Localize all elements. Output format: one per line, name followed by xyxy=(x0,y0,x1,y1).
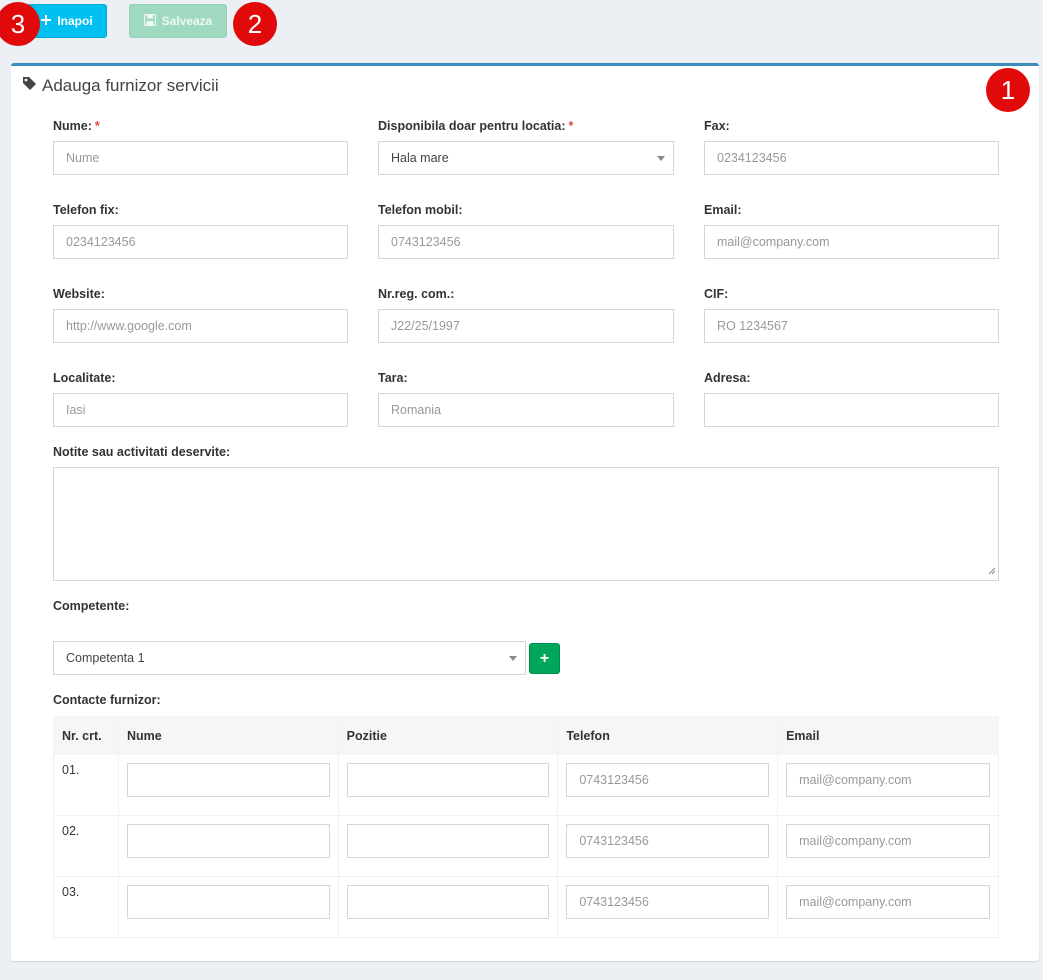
row-number: 03. xyxy=(53,876,119,938)
notite-textarea[interactable] xyxy=(53,467,999,581)
contact-pozitie-input[interactable] xyxy=(346,763,550,797)
floppy-disk-icon xyxy=(143,13,156,29)
telefon-mobil-label: Telefon mobil: xyxy=(378,203,463,217)
save-button-label: Salveaza xyxy=(161,14,213,28)
website-input[interactable]: http://www.google.com xyxy=(53,309,348,343)
contact-telefon-input[interactable]: 0743123456 xyxy=(566,885,770,919)
contact-telefon-input[interactable]: 0743123456 xyxy=(566,824,770,858)
nr-reg-input[interactable]: J22/25/1997 xyxy=(378,309,674,343)
contacte-label: Contacte furnizor: xyxy=(53,693,161,707)
tara-input[interactable]: Romania xyxy=(378,393,674,427)
cif-input[interactable]: RO 1234567 xyxy=(704,309,999,343)
telefon-fix-label: Telefon fix: xyxy=(53,203,119,217)
telefon-mobil-input[interactable]: 0743123456 xyxy=(378,225,674,259)
contact-email-input[interactable]: mail@company.com xyxy=(786,763,990,797)
contact-nume-input[interactable] xyxy=(126,763,330,797)
table-row: 01. 0743123456 mail@company.com xyxy=(53,754,999,816)
table-header-row: Nr. crt. Nume Pozitie Telefon Email xyxy=(53,716,999,755)
contacts-table: Nr. crt. Nume Pozitie Telefon Email 01. … xyxy=(53,716,999,938)
contact-pozitie-input[interactable] xyxy=(346,824,550,858)
dropdown-arrow-icon xyxy=(509,656,517,661)
table-row: 03. 0743123456 mail@company.com xyxy=(53,876,999,938)
contact-nume-input[interactable] xyxy=(126,824,330,858)
competente-label: Competente: xyxy=(53,599,130,613)
contact-telefon-input[interactable]: 0743123456 xyxy=(566,763,770,797)
row-number: 01. xyxy=(53,754,119,816)
back-button-label: Inapoi xyxy=(57,14,93,28)
nume-label: Nume: * xyxy=(53,119,100,133)
header-nr-crt: Nr. crt. xyxy=(53,716,119,755)
tara-label: Tara: xyxy=(378,371,408,385)
localitate-input[interactable]: Iasi xyxy=(53,393,348,427)
supplier-form-panel: Adauga furnizor servicii Nume: * Nume Dis… xyxy=(11,63,1039,961)
dropdown-arrow-icon xyxy=(657,156,665,161)
contact-pozitie-input[interactable] xyxy=(346,885,550,919)
locatia-label: Disponibila doar pentru locatia: * xyxy=(378,119,574,133)
annotation-badge-3: 3 xyxy=(0,2,40,46)
contact-email-input[interactable]: mail@company.com xyxy=(786,885,990,919)
plus-icon xyxy=(41,14,52,28)
annotation-badge-1: 1 xyxy=(986,68,1030,112)
table-row: 02. 0743123456 mail@company.com xyxy=(53,815,999,877)
fax-label: Fax: xyxy=(704,119,730,133)
competente-select[interactable]: Competenta 1 xyxy=(53,641,526,675)
panel-title-text: Adauga furnizor servicii xyxy=(42,76,219,95)
notite-label: Notite sau activitati deservite: xyxy=(53,445,231,459)
telefon-fix-input[interactable]: 0234123456 xyxy=(53,225,348,259)
annotation-badge-2: 2 xyxy=(233,2,277,46)
competente-select-value: Competenta 1 xyxy=(66,651,145,665)
toolbar: Inapoi Salveaza 3 2 xyxy=(0,0,1043,60)
contact-email-input[interactable]: mail@company.com xyxy=(786,824,990,858)
add-competenta-button[interactable]: + xyxy=(529,643,560,674)
website-label: Website: xyxy=(53,287,105,301)
adresa-input[interactable] xyxy=(704,393,999,427)
nume-input[interactable]: Nume xyxy=(53,141,348,175)
header-pozitie: Pozitie xyxy=(337,716,559,755)
tag-icon xyxy=(22,76,37,96)
nr-reg-label: Nr.reg. com.: xyxy=(378,287,455,301)
save-button[interactable]: Salveaza xyxy=(129,4,227,38)
header-telefon: Telefon xyxy=(557,716,779,755)
locatia-select-value: Hala mare xyxy=(391,151,449,165)
contact-nume-input[interactable] xyxy=(126,885,330,919)
resize-grip-icon[interactable] xyxy=(988,563,996,578)
plus-icon: + xyxy=(539,649,550,667)
locatia-select[interactable]: Hala mare xyxy=(378,141,674,175)
email-input[interactable]: mail@company.com xyxy=(704,225,999,259)
header-email: Email xyxy=(777,716,999,755)
cif-label: CIF: xyxy=(704,287,729,301)
email-label: Email: xyxy=(704,203,742,217)
adresa-label: Adresa: xyxy=(704,371,751,385)
row-number: 02. xyxy=(53,815,119,877)
fax-input[interactable]: 0234123456 xyxy=(704,141,999,175)
localitate-label: Localitate: xyxy=(53,371,116,385)
panel-title: Adauga furnizor servicii xyxy=(22,76,219,96)
header-nume: Nume xyxy=(117,716,339,755)
